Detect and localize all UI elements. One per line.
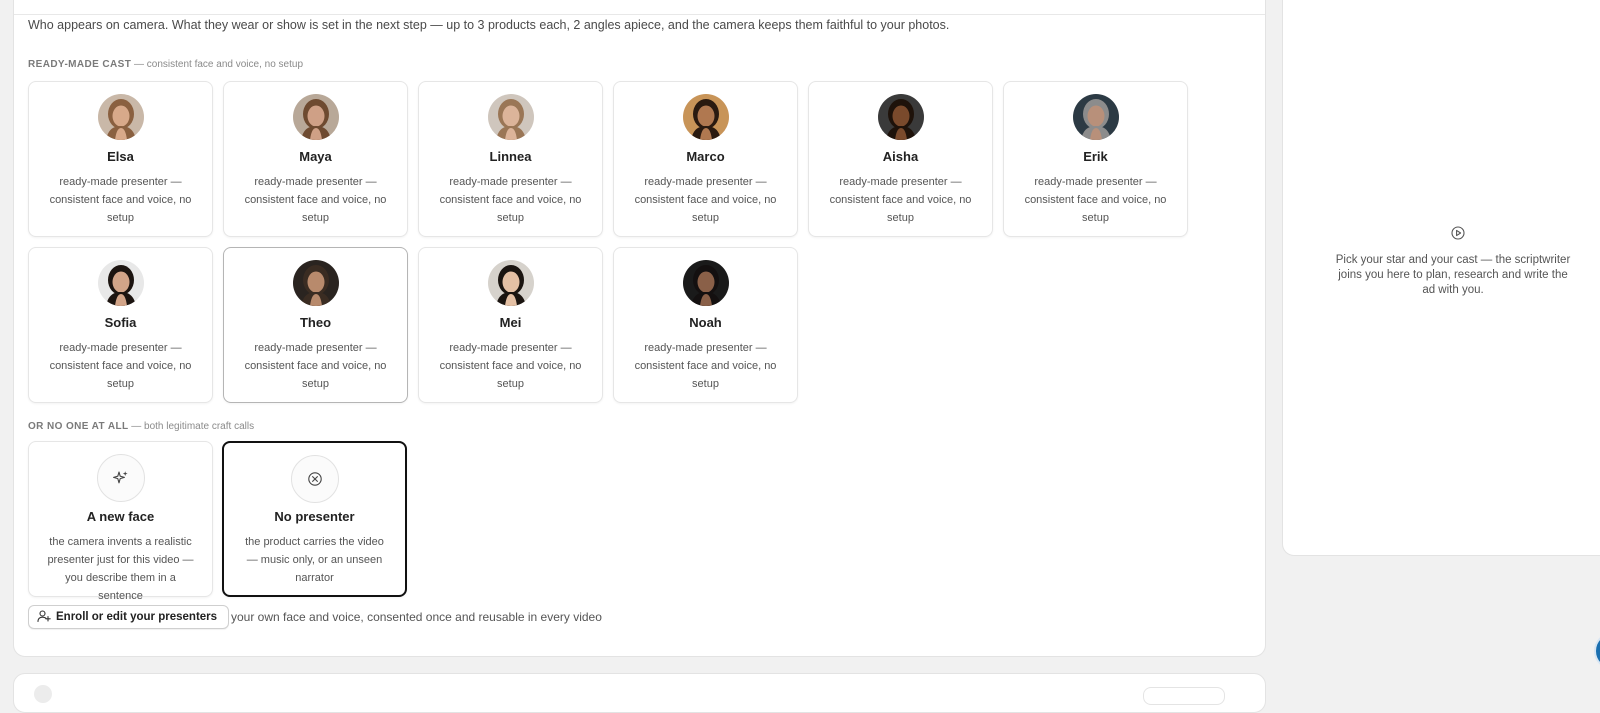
presenter-name: Marco bbox=[686, 149, 725, 164]
presenter-name: Mei bbox=[499, 315, 522, 330]
sparkle-icon bbox=[96, 454, 145, 502]
presenter-name: Erik bbox=[1083, 149, 1108, 164]
avatar bbox=[682, 94, 729, 140]
avatar bbox=[682, 260, 729, 306]
presenter-card-erik[interactable]: Erik ready-made presenter — consistent fa… bbox=[1003, 81, 1188, 237]
presenter-card-sofia[interactable]: Sofia ready-made presenter — consistent f… bbox=[28, 247, 213, 403]
presenter-card-linnea[interactable]: Linnea ready-made presenter — consistent … bbox=[418, 81, 603, 237]
presenter-description: ready-made presenter — consistent face a… bbox=[634, 342, 777, 390]
scriptwriter-placeholder-text: Pick your star and your cast — the scrip… bbox=[1335, 254, 1571, 296]
presenter-card-theo[interactable]: Theo ready-made presenter — consistent fa… bbox=[223, 247, 408, 403]
option-description: the product carries the video — music on… bbox=[245, 536, 384, 584]
avatar bbox=[877, 94, 924, 140]
user-plus-icon bbox=[37, 609, 51, 626]
avatar bbox=[292, 94, 339, 140]
presenter-description: ready-made presenter — consistent face a… bbox=[829, 176, 972, 224]
presenter-description: ready-made presenter — consistent face a… bbox=[634, 176, 777, 224]
presenter-card-noah[interactable]: Noah ready-made presenter — consistent fa… bbox=[613, 247, 798, 403]
presenter-name: Theo bbox=[299, 315, 332, 330]
none-section-subtitle: — both legitimate craft calls bbox=[131, 421, 255, 432]
option-description: the camera invents a realistic presenter… bbox=[47, 536, 194, 602]
cast-section-subtitle: — consistent face and voice, no setup bbox=[134, 59, 304, 70]
enroll-note: your own face and voice, consented once … bbox=[231, 610, 602, 624]
enroll-presenters-button[interactable]: Enroll or edit your presenters bbox=[28, 605, 230, 629]
presenter-name: Aisha bbox=[882, 149, 919, 164]
step-intro-text: Who appears on camera. What they wear or… bbox=[28, 18, 950, 32]
presenter-name: Noah bbox=[689, 315, 722, 330]
presenter-card-marco[interactable]: Marco ready-made presenter — consistent f… bbox=[613, 81, 798, 237]
play-circle-icon bbox=[1451, 226, 1465, 245]
presenter-description: ready-made presenter — consistent face a… bbox=[49, 342, 192, 390]
next-step-panel bbox=[13, 673, 1266, 713]
presenter-card-elsa[interactable]: Elsa ready-made presenter — consistent fa… bbox=[28, 81, 213, 237]
none-section-label: OR NO ONE AT ALL — both legitimate craft… bbox=[28, 421, 254, 432]
presenter-name: Linnea bbox=[489, 149, 532, 164]
cast-section-title: READY-MADE CAST bbox=[28, 59, 132, 70]
presenter-name: Sofia bbox=[104, 315, 137, 330]
presenter-description: ready-made presenter — consistent face a… bbox=[1024, 176, 1167, 224]
divider bbox=[14, 14, 1265, 15]
avatar bbox=[97, 260, 144, 306]
avatar bbox=[97, 94, 144, 140]
presenter-description: ready-made presenter — consistent face a… bbox=[49, 176, 192, 224]
option-card-new-face[interactable]: A new face the camera invents a realisti… bbox=[28, 441, 213, 602]
circle-x-icon bbox=[290, 455, 339, 503]
presenter-step-panel: Who appears on camera. What they wear or… bbox=[13, 0, 1266, 657]
presenter-name: Elsa bbox=[107, 149, 134, 164]
presenter-description: ready-made presenter — consistent face a… bbox=[439, 176, 582, 224]
option-card-no-presenter[interactable]: No presenter the product carries the vid… bbox=[222, 441, 407, 597]
avatar bbox=[1072, 94, 1119, 140]
enroll-button-label: Enroll or edit your presenters bbox=[56, 611, 218, 623]
presenter-description: ready-made presenter — consistent face a… bbox=[244, 342, 387, 390]
presenter-name: Maya bbox=[299, 149, 332, 164]
option-name: No presenter bbox=[274, 509, 355, 524]
presenter-card-aisha[interactable]: Aisha ready-made presenter — consistent f… bbox=[808, 81, 993, 237]
avatar bbox=[487, 94, 534, 140]
option-name: A new face bbox=[86, 509, 155, 524]
help-chat-button[interactable] bbox=[1594, 632, 1600, 670]
step-indicator bbox=[34, 685, 52, 703]
presenter-card-mei[interactable]: Mei ready-made presenter — consistent fac… bbox=[418, 247, 603, 403]
avatar bbox=[487, 260, 534, 306]
scriptwriter-panel: Pick your star and your cast — the scrip… bbox=[1282, 0, 1600, 556]
cast-section-label: READY-MADE CAST — consistent face and vo… bbox=[28, 59, 303, 70]
none-section-title: OR NO ONE AT ALL bbox=[28, 421, 129, 432]
presenter-card-maya[interactable]: Maya ready-made presenter — consistent fa… bbox=[223, 81, 408, 237]
presenter-description: ready-made presenter — consistent face a… bbox=[439, 342, 582, 390]
avatar bbox=[292, 260, 339, 306]
presenter-description: ready-made presenter — consistent face a… bbox=[244, 176, 387, 224]
